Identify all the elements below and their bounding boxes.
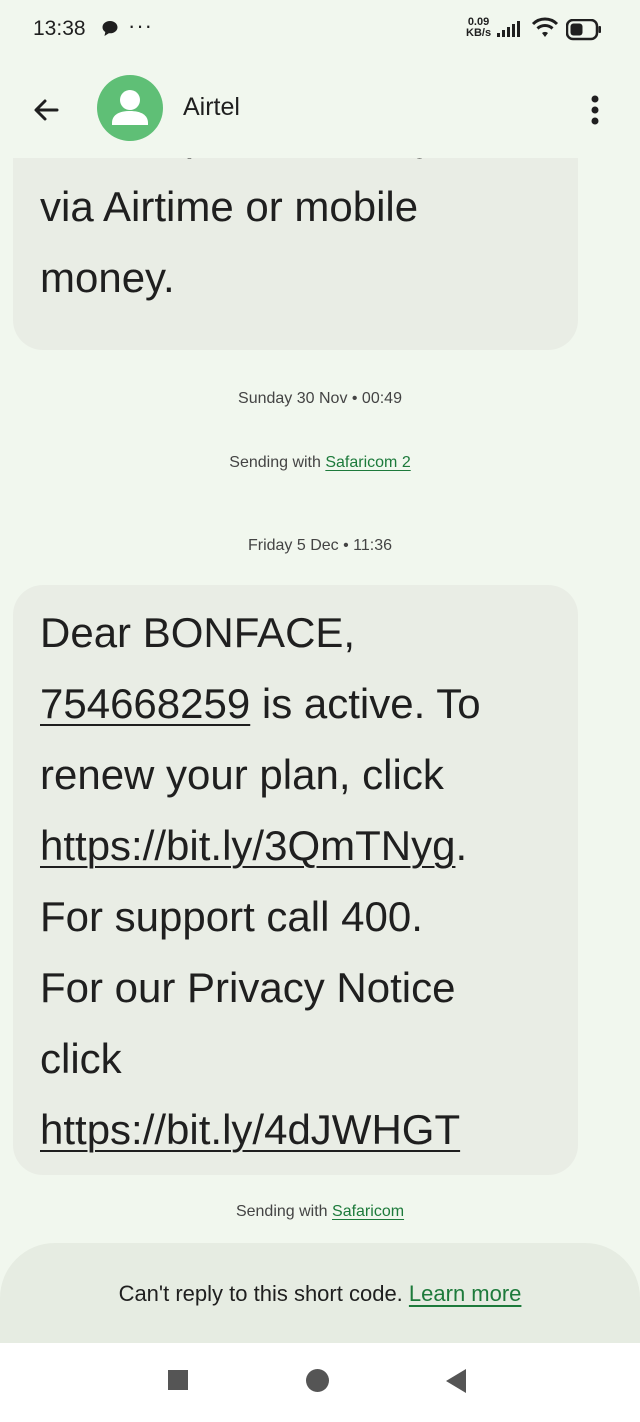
conversation-header: Airtel [0, 62, 640, 158]
status-bar: 13:38 ··· 0.09 KB/s [0, 0, 640, 62]
message-line: money. [40, 254, 175, 301]
more-vert-icon [591, 95, 599, 125]
more-notifications-icon: ··· [128, 13, 153, 38]
reply-disabled-bar: Can't reply to this short code. Learn mo… [0, 1243, 640, 1343]
wifi-icon [531, 16, 559, 45]
message-timestamp: Sunday 30 Nov • 00:49 [238, 390, 402, 407]
url-link[interactable]: https://bit.ly/4dJWHGT [40, 1106, 460, 1153]
message-bubble[interactable]: Dear BONFACE, 754668259 is active. To re… [13, 585, 578, 1175]
avatar[interactable] [97, 75, 163, 141]
message-line: For support call 400. [40, 893, 423, 940]
message-text: is active. To [250, 680, 481, 727]
contact-name[interactable]: Airtel [183, 93, 240, 122]
network-speed: 0.09 KB/s [466, 17, 491, 39]
sim-link[interactable]: Safaricom [332, 1203, 404, 1220]
message-line: renew your plan, click [40, 751, 444, 798]
system-nav-bar [0, 1343, 640, 1422]
message-timestamp: Friday 5 Dec • 11:36 [247, 537, 393, 554]
home-button[interactable] [306, 1369, 329, 1392]
sim-link[interactable]: Safaricom 2 [325, 454, 410, 471]
status-time: 13:38 [33, 17, 86, 40]
message-line: For our Privacy Notice [40, 964, 456, 1011]
sending-with-info: Sending with Safaricom 2 [0, 454, 640, 472]
recents-button[interactable] [168, 1370, 188, 1390]
sending-with-label: Sending with [229, 454, 326, 471]
chat-notification-icon [101, 20, 119, 43]
previous-message-bubble[interactable]: select option 0 to buy via Airtime or mo… [13, 158, 578, 350]
sending-with-info: Sending with Safaricom [0, 1203, 640, 1221]
message-line: select option 0 to buy [40, 158, 578, 171]
more-options-button[interactable] [580, 90, 610, 130]
message-line: https://bit.ly/4dJWHGT [40, 1094, 578, 1165]
message-line: click [40, 1035, 122, 1082]
learn-more-link[interactable]: Learn more [409, 1281, 522, 1306]
battery-icon [565, 18, 602, 46]
message-line: Dear BONFACE, [40, 609, 356, 656]
url-link[interactable]: https://bit.ly/3QmTNyg [40, 822, 455, 869]
avatar-person-icon [112, 90, 148, 125]
message-line: https://bit.ly/3QmTNyg. [40, 810, 578, 881]
message-list[interactable]: select option 0 to buy via Airtime or mo… [0, 158, 640, 1338]
reply-disabled-text: Can't reply to this short code. Learn mo… [0, 1281, 640, 1307]
message-line: 754668259 is active. To [40, 668, 578, 739]
signal-icon [497, 19, 523, 44]
message-text: . [455, 822, 468, 869]
back-button[interactable] [26, 90, 66, 130]
reply-disabled-label: Can't reply to this short code. [118, 1281, 409, 1306]
back-arrow-icon [34, 99, 59, 121]
sending-with-label: Sending with [235, 1203, 333, 1220]
message-line: via Airtime or mobile [40, 183, 419, 230]
nav-back-icon[interactable] [444, 1368, 468, 1394]
speed-unit: KB/s [466, 27, 492, 39]
phone-number-link[interactable]: 754668259 [40, 680, 250, 727]
